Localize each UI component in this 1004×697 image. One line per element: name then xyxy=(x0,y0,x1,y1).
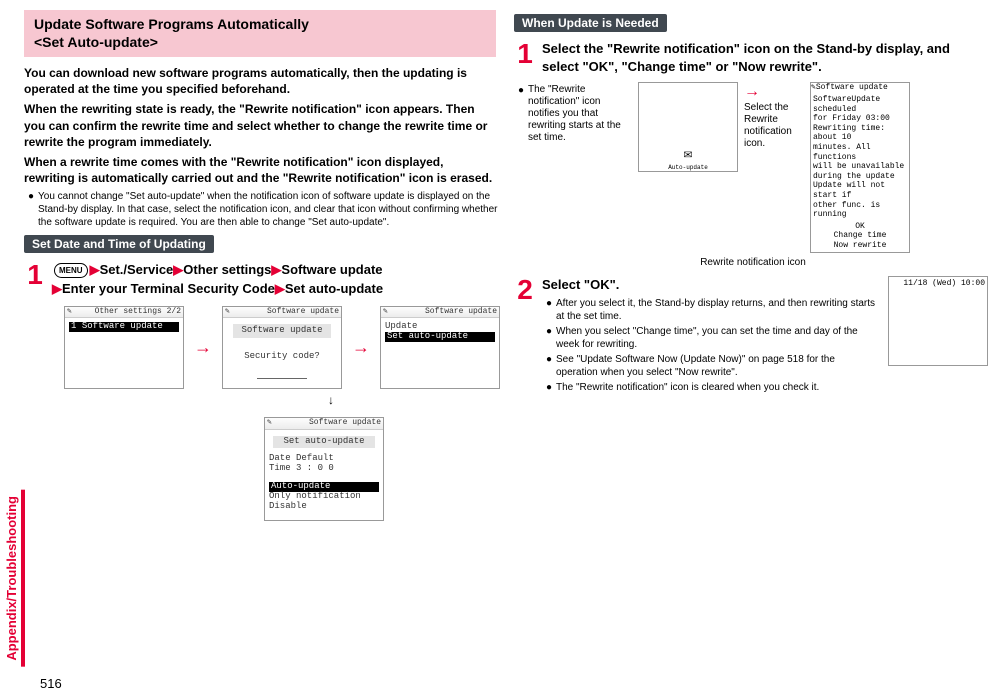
nav-arrow-icon: ▶ xyxy=(173,262,183,277)
step-number-1: 1 xyxy=(514,40,536,76)
screen1-selected-item: 1 Software update xyxy=(69,322,179,332)
select-icon-annotation: → Select the Rewrite notification icon. xyxy=(744,82,804,149)
bullet-dot-icon: ● xyxy=(546,381,556,394)
bullet-dot-icon: ● xyxy=(546,297,556,323)
nav-path: MENU▶Set./Service▶Other settings▶Softwar… xyxy=(52,261,498,297)
intro-paragraph-1: You can download new software programs a… xyxy=(24,65,496,97)
bullet-dot-icon: ● xyxy=(546,353,556,379)
step2-bullet1: After you select it, the Stand-by displa… xyxy=(556,297,876,323)
flow-arrow-right-icon: → xyxy=(352,337,370,358)
side-tab: Appendix/Troubleshooting xyxy=(2,490,25,667)
nav-other-settings: Other settings xyxy=(183,262,271,277)
when-update-heading: When Update is Needed xyxy=(514,14,667,32)
right-step2-text: Select "OK". xyxy=(542,276,880,294)
nav-enter-code: Enter your Terminal Security Code xyxy=(62,281,275,296)
sw-line5: will be unavailable xyxy=(813,162,907,172)
nav-set-auto: Set auto-update xyxy=(285,281,383,296)
feature-title-box: Update Software Programs Automatically <… xyxy=(24,10,496,57)
screen-other-settings: ✎ Other settings 2/2 1 Software update xyxy=(64,306,184,390)
intro-bullet: ● You cannot change "Set auto-update" wh… xyxy=(28,190,498,229)
step-number-2: 2 xyxy=(514,276,536,395)
screen-flow-row1: ✎Other settings 2/2 1 Software update → … xyxy=(64,306,502,390)
bullet-dot-icon: ● xyxy=(518,84,528,144)
screen2-prompt: Security code? xyxy=(227,352,337,362)
screen2-title: Software update xyxy=(267,308,339,317)
sw-line2: for Friday 03:00 xyxy=(813,114,907,124)
screen4-heading: Set auto-update xyxy=(273,436,375,448)
intro-paragraph-3: When a rewrite time comes with the "Rewr… xyxy=(24,154,496,186)
step2-bullet4: The "Rewrite notification" icon is clear… xyxy=(556,381,819,394)
standby-screenshot: ✉ Auto-update xyxy=(638,82,738,172)
feature-title-line1: Update Software Programs Automatically xyxy=(34,16,486,34)
step2-bullet3: See "Update Software Now (Update Now)" o… xyxy=(556,353,876,379)
sw-ok: OK xyxy=(813,222,907,232)
pencil-icon: ✎ xyxy=(267,419,272,428)
screen3-title: Software update xyxy=(425,308,497,317)
right-column: When Update is Needed 1 Select the "Rewr… xyxy=(514,10,992,521)
flow-arrow-down-icon: ↓ xyxy=(328,393,334,407)
step2-bullet2: When you select "Change time", you can s… xyxy=(556,325,876,351)
page-number: 516 xyxy=(40,676,62,691)
pencil-icon: ✎ xyxy=(225,308,230,317)
left-step-1: 1 MENU▶Set./Service▶Other settings▶Softw… xyxy=(24,261,498,297)
screen-set-auto-update: ✎Software update Set auto-update Date De… xyxy=(264,417,384,520)
sw-change-time: Change time xyxy=(813,231,907,241)
bullet-dot-icon: ● xyxy=(28,190,38,229)
screen4-title: Software update xyxy=(309,419,381,428)
sw-now-rewrite: Now rewrite xyxy=(813,241,907,251)
auto-update-icon: ✉ xyxy=(684,147,692,164)
sw-title: Software update xyxy=(816,83,888,92)
nav-software-update: Software update xyxy=(281,262,382,277)
screen3-selected: Set auto-update xyxy=(385,332,495,342)
right-step-2: 2 Select "OK". ●After you select it, the… xyxy=(514,276,988,395)
standby-clock-screenshot: 11/18 (Wed) 10:00 xyxy=(888,276,988,366)
software-update-dialog: ✎Software update SoftwareUpdate schedule… xyxy=(810,82,910,253)
standby-clock-text: 11/18 (Wed) 10:00 xyxy=(889,277,987,291)
feature-title-line2: <Set Auto-update> xyxy=(34,34,486,52)
right-step1-text: Select the "Rewrite notification" icon o… xyxy=(542,40,988,76)
pointer-arrow-icon: → xyxy=(744,82,804,101)
pencil-icon: ✎ xyxy=(67,308,72,317)
screen4-time: Time 3 : 0 0 xyxy=(269,464,379,474)
select-icon-annotation-text: Select the Rewrite notification icon. xyxy=(744,102,792,149)
intro-paragraph-2: When the rewriting state is ready, the "… xyxy=(24,101,496,150)
right-step-1: 1 Select the "Rewrite notification" icon… xyxy=(514,40,988,76)
sw-line3: Rewriting time: about 10 xyxy=(813,124,907,143)
pencil-icon: ✎ xyxy=(383,308,388,317)
screen2-label: Software update xyxy=(233,324,331,338)
sw-line4: minutes. All functions xyxy=(813,143,907,162)
sw-line8: other func. is running xyxy=(813,201,907,220)
menu-key-icon: MENU xyxy=(54,263,88,278)
screen-flow-row2: ↓ ✎Software update Set auto-update Date … xyxy=(24,393,384,520)
screen-update-menu: ✎Software update Update Set auto-update xyxy=(380,306,500,390)
flow-arrow-right-icon: → xyxy=(194,337,212,358)
screen-security-code: ✎Software update Software update Securit… xyxy=(222,306,342,390)
screen4-opt-disable: Disable xyxy=(269,502,379,512)
nav-arrow-icon: ▶ xyxy=(271,262,281,277)
nav-arrow-icon: ▶ xyxy=(52,281,62,296)
intro-bullet-text: You cannot change "Set auto-update" when… xyxy=(38,190,498,229)
step-number-1: 1 xyxy=(24,261,46,297)
right-step1-bullet: The "Rewrite notification" icon notifies… xyxy=(528,84,628,144)
right-step1-figure: ● The "Rewrite notification" icon notifi… xyxy=(514,82,992,253)
nav-set-service: Set./Service xyxy=(100,262,174,277)
set-date-heading: Set Date and Time of Updating xyxy=(24,235,214,253)
screen1-title: Other settings 2/2 xyxy=(95,308,181,317)
left-column: Update Software Programs Automatically <… xyxy=(24,10,502,521)
sw-line6: during the update xyxy=(813,172,907,182)
bullet-dot-icon: ● xyxy=(546,325,556,351)
sw-line1: SoftwareUpdate scheduled xyxy=(813,95,907,114)
auto-update-icon-label: Auto-update xyxy=(668,164,708,171)
sw-line7: Update will not start if xyxy=(813,181,907,200)
nav-arrow-icon: ▶ xyxy=(90,262,100,277)
nav-arrow-icon: ▶ xyxy=(275,281,285,296)
figure-caption: Rewrite notification icon xyxy=(514,257,992,268)
